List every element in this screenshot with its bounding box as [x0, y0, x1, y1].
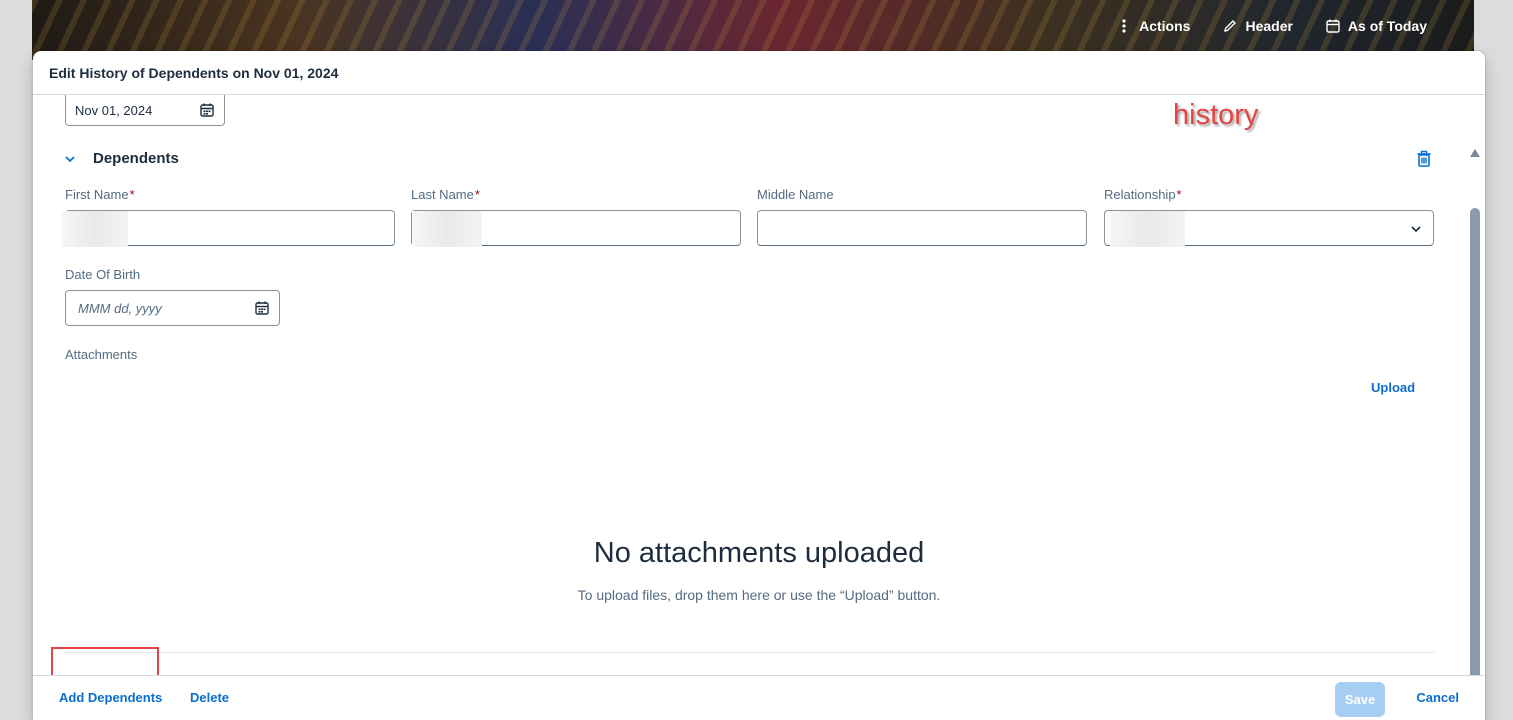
section-title: Dependents [93, 150, 179, 167]
pencil-icon [1224, 20, 1237, 32]
required-mark: * [129, 187, 135, 202]
dialog-content: Nov 01, 2024 history Dependents First Na… [33, 95, 1485, 707]
actions-button[interactable]: Actions [1116, 18, 1190, 34]
vertical-scrollbar-thumb[interactable] [1470, 208, 1480, 688]
scroll-up-arrow-icon[interactable] [1469, 148, 1481, 158]
attachments-label-text: Attachments [65, 347, 138, 362]
history-annotation: history [1173, 99, 1259, 131]
last-name-field[interactable] [411, 210, 741, 247]
dob-placeholder: MMM dd, yyyy [78, 300, 162, 316]
header-label: Header [1245, 18, 1293, 34]
redacted-value [412, 211, 482, 247]
first-name-label-text: First Name [65, 187, 129, 202]
save-button[interactable]: Save [1335, 682, 1385, 717]
effective-date-input[interactable]: Nov 01, 2024 [65, 95, 225, 126]
first-name-field[interactable] [62, 210, 395, 247]
middle-name-field[interactable] [757, 210, 1087, 246]
redacted-value [1110, 211, 1185, 247]
dob-label-text: Date Of Birth [65, 267, 141, 282]
edit-history-dialog: Edit History of Dependents on Nov 01, 20… [33, 51, 1485, 720]
middle-name-label-text: Middle Name [757, 187, 834, 202]
page-header-actions: Actions Header As of Today [1116, 18, 1427, 34]
dependents-section-header[interactable]: Dependents [63, 150, 179, 167]
dialog-title: Edit History of Dependents on Nov 01, 20… [49, 64, 339, 81]
required-mark: * [474, 187, 480, 202]
effective-date-value: Nov 01, 2024 [75, 102, 153, 118]
delete-button[interactable]: Delete [190, 690, 229, 705]
as-of-today-button[interactable]: As of Today [1325, 18, 1427, 34]
relationship-label-text: Relationship [1104, 187, 1176, 202]
dob-label: Date Of Birth [65, 267, 140, 282]
last-name-label: Last Name* [411, 187, 480, 202]
last-name-label-text: Last Name [411, 187, 474, 202]
calendar-icon[interactable] [199, 102, 215, 118]
empty-attachments-title: No attachments uploaded [593, 537, 925, 569]
trash-icon[interactable] [1415, 150, 1433, 168]
upload-button[interactable]: Upload [1371, 380, 1415, 395]
empty-attachments-subtitle: To upload files, drop them here or use t… [577, 587, 941, 603]
redacted-value [62, 211, 128, 247]
header-button[interactable]: Header [1222, 18, 1293, 34]
section-divider [65, 652, 1435, 653]
chevron-down-icon[interactable] [63, 152, 77, 166]
as-of-today-label: As of Today [1347, 18, 1427, 34]
dialog-header: Edit History of Dependents on Nov 01, 20… [33, 51, 1485, 95]
dialog-footer: Add Dependents Delete Save Cancel [33, 675, 1485, 720]
add-dependents-button[interactable]: Add Dependents [59, 690, 162, 705]
required-mark: * [1176, 187, 1182, 202]
relationship-select[interactable] [1104, 210, 1434, 247]
first-name-label: First Name* [65, 187, 135, 202]
actions-label: Actions [1139, 18, 1191, 34]
date-of-birth-input[interactable]: MMM dd, yyyy [65, 290, 280, 326]
cancel-button[interactable]: Cancel [1416, 690, 1459, 705]
calendar-icon [1326, 19, 1340, 33]
background-left-area [0, 0, 32, 720]
attachments-label: Attachments [65, 347, 137, 362]
chevron-down-icon[interactable] [1409, 222, 1423, 236]
middle-name-label: Middle Name [757, 187, 834, 202]
calendar-icon[interactable] [254, 300, 270, 316]
more-vertical-icon [1122, 19, 1126, 33]
relationship-label: Relationship* [1104, 187, 1182, 202]
